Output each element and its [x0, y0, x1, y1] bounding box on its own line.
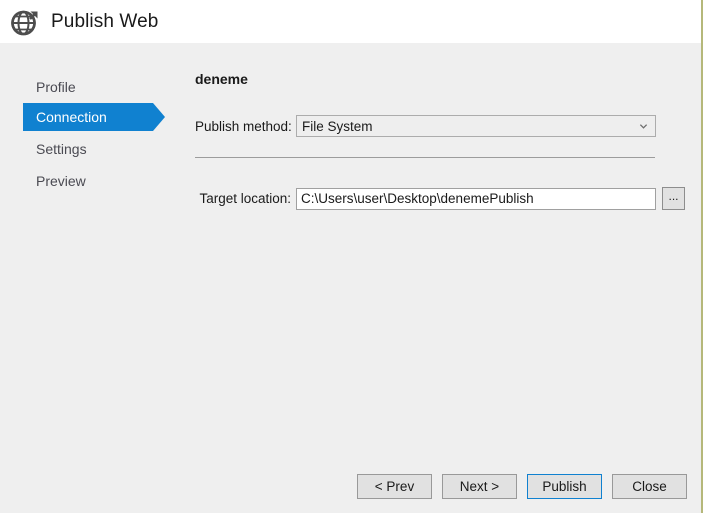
close-button-label: Close — [632, 479, 667, 494]
connection-pane: deneme Publish method: File System Targe… — [195, 43, 695, 513]
chevron-down-icon — [639, 124, 648, 129]
next-button[interactable]: Next > — [442, 474, 517, 499]
publish-method-row: Publish method: File System — [195, 115, 656, 137]
prev-button-label: < Prev — [374, 479, 415, 494]
publish-button[interactable]: Publish — [527, 474, 602, 499]
target-location-row: Target location: C:\Users\user\Desktop\d… — [195, 187, 685, 210]
dialog-body: Profile Connection Settings Preview dene… — [0, 43, 701, 513]
publish-method-label: Publish method: — [195, 118, 292, 134]
target-location-value: C:\Users\user\Desktop\denemePublish — [301, 191, 534, 206]
sidebar-item-preview[interactable]: Preview — [23, 167, 86, 195]
sidebar-item-label: Preview — [36, 173, 86, 189]
close-button[interactable]: Close — [612, 474, 687, 499]
publish-button-label: Publish — [542, 479, 587, 494]
title-bar: Publish Web — [0, 0, 701, 43]
section-divider — [195, 157, 655, 158]
sidebar-item-connection[interactable]: Connection — [23, 103, 165, 131]
target-location-label: Target location: — [199, 191, 291, 206]
publish-web-window: Publish Web Profile Connection Settings … — [0, 0, 703, 513]
sidebar-item-settings[interactable]: Settings — [23, 135, 87, 163]
publish-method-value: File System — [302, 118, 373, 134]
sidebar-item-label: Connection — [36, 109, 107, 125]
page-title: deneme — [195, 71, 248, 87]
next-button-label: Next > — [459, 479, 500, 494]
sidebar-item-label: Profile — [36, 79, 76, 95]
browse-button[interactable]: ... — [662, 187, 685, 210]
browse-button-label: ... — [668, 188, 679, 203]
prev-button[interactable]: < Prev — [357, 474, 432, 499]
window-title: Publish Web — [51, 10, 159, 32]
sidebar-item-label: Settings — [36, 141, 87, 157]
dialog-footer: < Prev Next > Publish Close — [0, 474, 701, 499]
globe-publish-icon — [11, 10, 38, 35]
publish-method-select[interactable]: File System — [296, 115, 656, 137]
wizard-sidebar: Profile Connection Settings Preview — [0, 43, 180, 513]
sidebar-item-profile[interactable]: Profile — [23, 73, 76, 101]
target-location-input[interactable]: C:\Users\user\Desktop\denemePublish — [296, 187, 656, 210]
